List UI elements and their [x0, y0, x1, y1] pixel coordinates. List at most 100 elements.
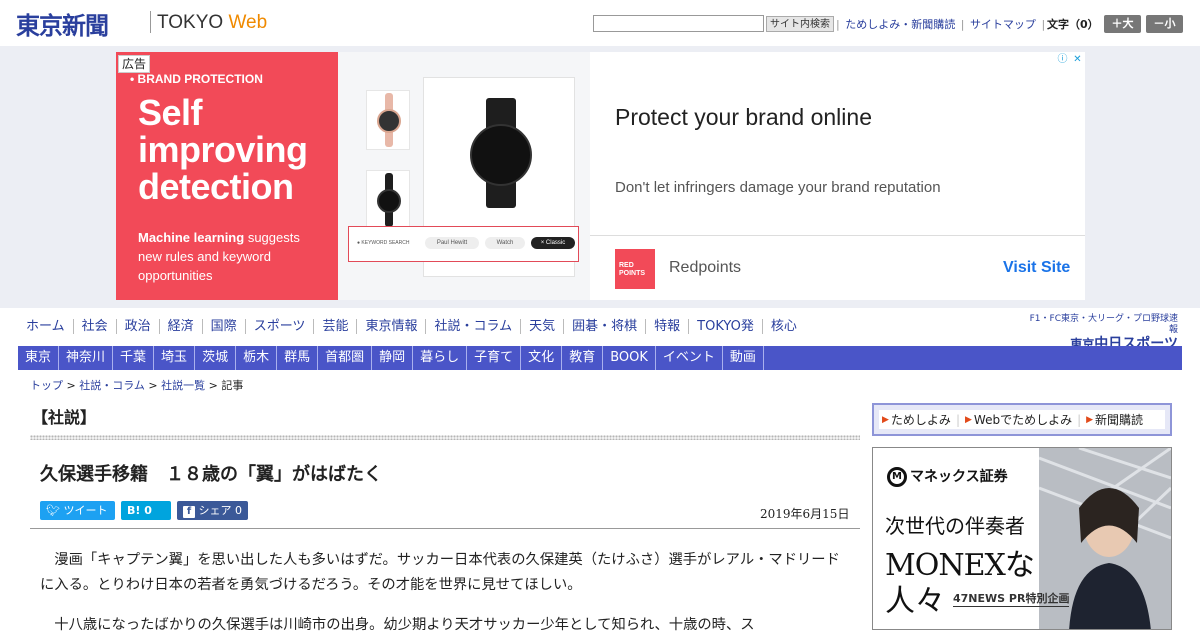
nav-region-gunma[interactable]: 群馬	[277, 346, 319, 370]
nav-item-tokyo-info[interactable]: 東京情報	[356, 319, 425, 334]
logo-divider	[150, 11, 151, 33]
watch-face	[470, 124, 532, 186]
ad-brand-name: Redpoints	[669, 259, 742, 276]
nav-item-international[interactable]: 国際	[201, 319, 245, 334]
breadcrumb-current: 記事	[221, 379, 244, 392]
font-size-down-button[interactable]: －小	[1146, 15, 1183, 33]
nav-item-parenting[interactable]: 子育て	[467, 346, 522, 370]
nav-region-tokyo[interactable]: 東京	[18, 346, 60, 370]
mock-pill: Paul Hewitt	[425, 237, 479, 249]
tokyo-web-logo[interactable]: TOKYO Web	[157, 12, 267, 34]
link-separator: |	[955, 412, 960, 427]
nav-item-go-shogi[interactable]: 囲碁・将棋	[563, 319, 645, 334]
arrow-right-icon: ▶	[882, 414, 889, 425]
breadcrumb-separator: >	[205, 379, 222, 392]
ad-product-mockup[interactable]: ● KEYWORD SEARCH Paul Hewitt Watch × Cla…	[338, 52, 590, 300]
site-search-button[interactable]: サイト内検索	[766, 16, 834, 32]
tweet-button[interactable]: 🐦︎ ツイート	[40, 501, 115, 520]
watch-thumbnail	[366, 90, 410, 150]
nav-item-sports[interactable]: スポーツ	[244, 319, 314, 334]
monex-copy-line1: 次世代の伴奏者	[885, 514, 1025, 538]
sitemap-link[interactable]: サイトマップ	[970, 18, 1036, 31]
arrow-right-icon: ▶	[964, 414, 972, 425]
nav-region-ibaraki[interactable]: 茨城	[195, 346, 237, 370]
nav-item-entertainment[interactable]: 芸能	[313, 319, 356, 334]
article-headline: 久保選手移籍 １８歳の「翼」がはばたく	[40, 464, 382, 485]
ad-label: 広告	[118, 55, 151, 73]
breadcrumb: トップ > 社説・コラム > 社説一覧 > 記事	[30, 377, 243, 393]
site-header: 東京新聞 TOKYO Web サイト内検索 | ためしよみ・新聞購読 | サイト…	[0, 0, 1200, 46]
link-separator: |	[960, 18, 965, 31]
nav-item-society[interactable]: 社会	[72, 319, 116, 334]
link-separator: |	[1041, 18, 1046, 31]
facebook-share-button[interactable]: f シェア 0	[177, 501, 248, 520]
nav-item-weather[interactable]: 天気	[520, 319, 563, 334]
nav-item-book[interactable]: BOOK	[603, 346, 656, 370]
ad-description: Don't let infringers damage your brand r…	[615, 179, 941, 196]
nav-item-politics[interactable]: 政治	[115, 319, 159, 334]
nav-region-shizuoka[interactable]: 静岡	[372, 346, 414, 370]
nav-region-chiba[interactable]: 千葉	[113, 346, 155, 370]
watch-face	[377, 189, 401, 213]
nav-item-tokyo-hatsu[interactable]: TOKYO発	[688, 319, 762, 334]
breadcrumb-separator: >	[144, 379, 162, 392]
site-search-input[interactable]	[593, 15, 764, 32]
ad-close-icon[interactable]: ✕	[1070, 52, 1085, 67]
ad-creative-panel[interactable]: 広告 • BRAND PROTECTION Self improving det…	[116, 52, 338, 300]
nav-item-home[interactable]: ホーム	[18, 319, 73, 334]
breadcrumb-editorial-column[interactable]: 社説・コラム	[79, 379, 145, 392]
subscribe-link[interactable]: 新聞購読	[1095, 411, 1143, 428]
breadcrumb-editorial-list[interactable]: 社説一覧	[161, 379, 205, 392]
mock-keyword-label: ● KEYWORD SEARCH	[357, 240, 410, 246]
nav-item-culture[interactable]: 文化	[521, 346, 563, 370]
section-divider	[30, 435, 860, 440]
web-trial-read-link[interactable]: Webでためしよみ	[974, 411, 1072, 428]
breadcrumb-top[interactable]: トップ	[30, 379, 63, 392]
link-separator: |	[1077, 412, 1082, 427]
nav-item-economy[interactable]: 経済	[158, 319, 202, 334]
twitter-icon: 🐦︎	[46, 504, 60, 517]
monex-ad[interactable]: M マネックス証券 次世代の伴奏者 MONEXな 人々 47NEWS PR特別企画	[872, 447, 1172, 630]
nav-item-special-report[interactable]: 特報	[645, 319, 688, 334]
nav-region-kanagawa[interactable]: 神奈川	[59, 346, 114, 370]
trial-subscribe-link[interactable]: ためしよみ・新聞購読	[845, 18, 955, 31]
logo-en-tokyo: TOKYO	[157, 12, 224, 33]
subscription-links: ▶ ためしよみ | ▶ Webでためしよみ | ▶ 新聞購読	[872, 403, 1172, 436]
nav-region-saitama[interactable]: 埼玉	[154, 346, 196, 370]
ad-info-icon[interactable]: ⓘ	[1055, 52, 1070, 67]
nav-item-video[interactable]: 動画	[723, 346, 764, 370]
redpoints-logo: RED POINTS	[615, 249, 655, 289]
chunichi-sports-banner[interactable]: F1・FC東京・大リーグ・プロ野球速報 東京中日スポーツ	[1026, 314, 1178, 352]
display-ad[interactable]: 広告 • BRAND PROTECTION Self improving det…	[116, 52, 1085, 300]
nav-region-shutoken[interactable]: 首都圏	[318, 346, 373, 370]
nav-item-living[interactable]: 暮らし	[413, 346, 468, 370]
nav-item-kakushin[interactable]: 核心	[761, 319, 805, 334]
primary-nav: ホーム 社会 政治 経済 国際 スポーツ 芸能 東京情報 社説・コラム 天気 囲碁・将棋 特報 TOKY…	[18, 319, 838, 343]
trial-read-link[interactable]: ためしよみ	[891, 411, 951, 428]
monex-logo-text: マネックス証券	[910, 469, 1008, 485]
ad-band: 広告 • BRAND PROTECTION Self improving det…	[0, 46, 1200, 308]
publish-date: 2019年6月15日	[760, 507, 850, 521]
nav-item-education[interactable]: 教育	[562, 346, 604, 370]
facebook-share-label: シェア 0	[198, 504, 243, 517]
font-size-label: 文字（0）	[1047, 18, 1099, 31]
link-separator: |	[836, 18, 840, 31]
nav-item-editorial-column[interactable]: 社説・コラム	[425, 319, 520, 334]
monex-pr-label: 47NEWS PR特別企画	[953, 592, 1070, 607]
ad-subtext: Machine learning suggests new rules and …	[138, 228, 318, 285]
tokyo-shimbun-logo[interactable]: 東京新聞	[16, 6, 109, 41]
ad-choices[interactable]: ⓘ ✕	[1055, 52, 1085, 67]
article-paragraph: 漫画「キャプテン翼」を思い出した人も多いはずだ。サッカー日本代表の久保建英（たけ…	[40, 552, 840, 593]
nav-item-events[interactable]: イベント	[656, 346, 723, 370]
visit-site-button[interactable]: Visit Site	[1003, 259, 1070, 277]
nav-region-tochigi[interactable]: 栃木	[236, 346, 278, 370]
ad-title[interactable]: Protect your brand online	[615, 104, 872, 131]
ad-text-panel[interactable]: ⓘ ✕ Protect your brand online Don't let …	[590, 52, 1085, 300]
hatena-bookmark-button[interactable]: B! 0	[121, 501, 171, 520]
facebook-icon: f	[183, 506, 195, 518]
watch-face	[377, 109, 401, 133]
header-links: | ためしよみ・新聞購読 | サイトマップ |	[834, 16, 1047, 32]
mock-pill: × Classic	[531, 237, 575, 249]
arrow-right-icon: ▶	[1086, 414, 1094, 425]
font-size-up-button[interactable]: ＋大	[1104, 15, 1141, 33]
